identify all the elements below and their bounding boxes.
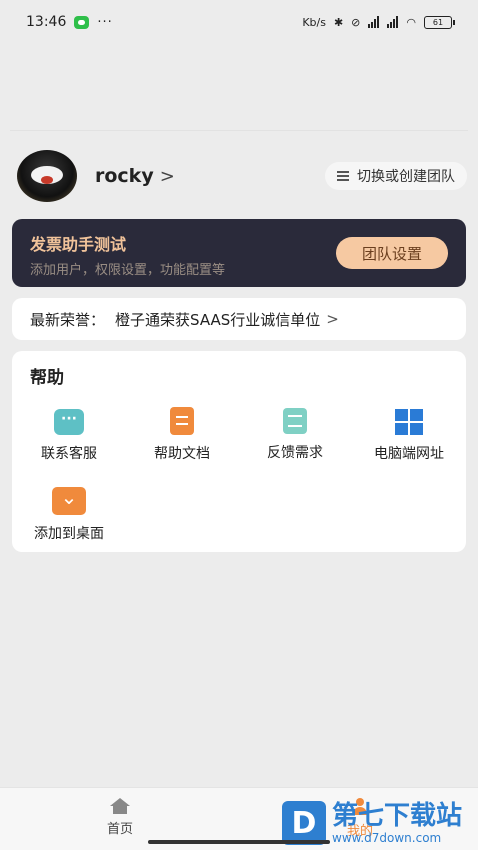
help-item-desktop-url[interactable]: 电脑端网址 (354, 409, 464, 463)
help-item-label: 联系客服 (41, 446, 97, 462)
feedback-icon (283, 408, 307, 434)
home-icon (110, 798, 130, 814)
team-settings-button[interactable]: 团队设置 (336, 237, 448, 269)
avatar[interactable] (17, 150, 77, 202)
status-right: Kb/s ✱ ⊘ ◠ 61 (302, 15, 455, 29)
bluetooth-icon: ✱ (333, 15, 344, 29)
team-card: 发票助手测试 添加用户，权限设置，功能配置等 团队设置 (12, 219, 466, 287)
home-indicator[interactable] (148, 840, 330, 844)
list-icon (337, 171, 349, 181)
tab-home-label: 首页 (106, 822, 133, 837)
status-time: 13:46 (26, 14, 67, 30)
chat-icon (54, 409, 84, 435)
help-item-label: 添加到桌面 (34, 526, 104, 542)
username[interactable]: rocky (95, 165, 154, 187)
switch-team-button[interactable]: 切换或创建团队 (325, 162, 467, 190)
watermark-url: www.d7down.com (332, 831, 442, 845)
signal-icon (368, 16, 380, 28)
tab-home[interactable]: 首页 (90, 798, 150, 837)
chevron-right-icon: > (159, 166, 175, 187)
help-section: 帮助 联系客服 帮助文档 反馈需求 电脑端网址 添加到桌面 (12, 351, 466, 552)
more-notifications-icon: ··· (97, 14, 113, 30)
wifi-icon: ◠ (406, 15, 416, 29)
help-item-feedback[interactable]: 反馈需求 (240, 408, 350, 462)
status-bar: 13:46 ··· Kb/s ✱ ⊘ ◠ 61 (0, 0, 478, 44)
switch-team-label: 切换或创建团队 (357, 169, 455, 185)
windows-icon (395, 409, 423, 435)
document-icon (170, 407, 194, 435)
mute-icon: ⊘ (351, 15, 361, 29)
help-item-label: 反馈需求 (267, 445, 323, 461)
signal-icon-2 (387, 16, 399, 28)
help-title: 帮助 (30, 368, 64, 388)
honor-text: 橙子通荣获SAAS行业诚信单位 (115, 310, 321, 329)
profile-row: rocky > 切换或创建团队 (17, 150, 467, 202)
battery-icon: 61 (424, 15, 455, 29)
honor-banner[interactable]: 最新荣誉： 橙子通荣获SAAS行业诚信单位 > (12, 298, 466, 340)
honor-prefix: 最新荣誉： (30, 310, 106, 329)
watermark-text: 第七下载站 www.d7down.com (332, 801, 462, 845)
help-item-add-to-desktop[interactable]: 添加到桌面 (14, 485, 124, 543)
help-item-label: 电脑端网址 (374, 446, 444, 462)
profile-link[interactable]: rocky > (17, 150, 175, 202)
status-left: 13:46 ··· (26, 14, 113, 30)
help-item-help-docs[interactable]: 帮助文档 (127, 407, 237, 463)
network-speed: Kb/s (302, 15, 326, 29)
wechat-notification-icon (74, 15, 90, 29)
watermark-title: 第七下载站 (332, 801, 463, 831)
download-icon (52, 485, 86, 515)
help-item-contact-support[interactable]: 联系客服 (14, 409, 124, 463)
divider (10, 130, 468, 131)
watermark-logo: D (282, 801, 326, 845)
help-item-label: 帮助文档 (154, 446, 210, 462)
chevron-right-icon: > (326, 310, 339, 328)
